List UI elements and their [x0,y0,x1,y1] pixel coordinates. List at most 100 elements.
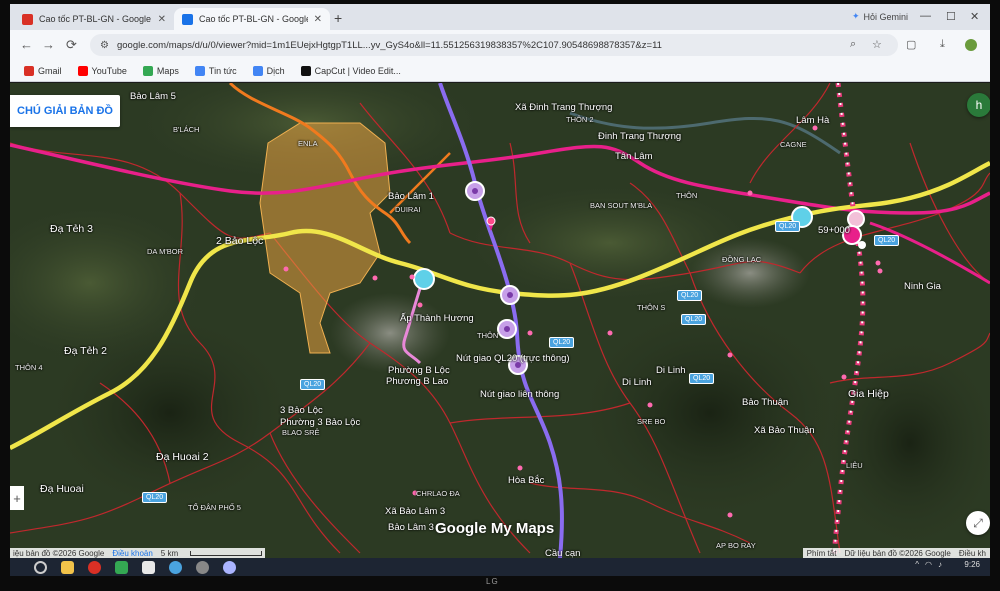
place-label: THÔN 4 [15,363,43,372]
bookmark-star-icon[interactable]: ☆ [872,38,882,51]
reload-icon[interactable]: ⟳ [66,37,77,53]
close-window-icon[interactable]: ✕ [970,10,979,23]
terms-link[interactable]: Điều khoản [112,549,152,558]
new-tab-button[interactable]: + [334,10,342,26]
place-label: Ấp Thành Hương [400,313,474,324]
legend-button[interactable]: CHÚ GIẢI BẢN ĐỒ [10,95,120,127]
chrome-icon[interactable] [88,560,101,574]
road-shield: QL20 [142,492,168,503]
site-settings-icon[interactable]: ⚙ [100,40,109,51]
place-label: ENLA [298,139,318,148]
earth-favicon-icon [182,13,193,25]
place-label: Lâm Hà [796,115,830,126]
place-label: BLAO SRÊ [282,428,320,437]
maps-icon [142,65,153,76]
map-controls-icon[interactable]: ⤢ [966,511,990,535]
place-label: THÔN S [637,303,666,312]
translate-icon [252,65,263,76]
shortcuts-link[interactable]: Phím tắt [807,549,837,558]
gemini-button[interactable]: ✦ Hỏi Gemini [852,11,908,22]
place-label: Đạ Tẻh 3 [50,223,93,235]
monitor-brand-logo: LG [486,577,499,586]
place-label: Phường 3 Bảo Lộc [280,417,361,428]
map-canvas[interactable]: Bảo Lâm 5 B'LÁCH Xã Đinh Trang Thượng THÔN … [10,83,990,558]
tab-2[interactable]: Cao tốc PT-BL-GN - Google Ea ✕ [174,8,330,30]
place-label: Hòa Bắc [508,475,545,486]
place-label: BAN SOUT M'BLA [590,201,653,210]
place-label: Di Linh [622,377,652,388]
road-shield: QL20 [300,379,326,390]
address-bar[interactable]: ⚙ google.com/maps/d/u/0/viewer?mid=1m1EU… [90,34,898,56]
place-label: Tân Lâm [615,151,653,162]
zoom-icon[interactable]: ⌕ [850,38,856,51]
street-view-icon[interactable]: h [967,93,990,117]
road-shield: QL20 [549,337,575,348]
bookmark-capcut[interactable]: CapCut | Video Edit... [300,65,401,76]
zoom-in-button[interactable]: + [10,486,24,510]
bookmark-youtube[interactable]: YouTube [77,65,127,76]
place-label: LIÊU [846,461,863,470]
road-shield: QL20 [681,314,707,325]
place-label: AP BO RAY [716,541,756,550]
place-label: THÔN [477,331,499,340]
extensions-icon[interactable]: ▢ [906,38,916,51]
mymaps-favicon-icon [22,13,33,25]
terms-link[interactable]: Điều kh [959,549,986,558]
back-icon[interactable]: ← [20,37,33,52]
app-icon[interactable] [169,560,182,574]
place-label: Nút giao liên thông [480,389,560,400]
gmail-icon [24,65,34,76]
tab-bar: Cao tốc PT-BL-GN - Google My ✕ Cao tốc P… [10,4,990,30]
place-label: TỔ ĐÂN PHỐ 5 [188,503,241,512]
taskbar-clock[interactable]: 9:26 [964,560,980,569]
browser-toolbar: ← → ⟳ ⚙ google.com/maps/d/u/0/viewer?mid… [10,30,990,60]
app-icon[interactable] [142,560,155,574]
place-label: Phường B Lộc [388,365,450,376]
volume-icon[interactable]: ♪ [938,560,942,569]
place-label: SRE BO [637,417,666,426]
place-label: CHRLAO ĐA [416,489,460,498]
bookmark-news[interactable]: Tin tức [194,65,237,76]
chevron-up-icon[interactable]: ^ [915,560,919,569]
bookmark-maps[interactable]: Maps [142,65,179,76]
place-label: 2 Bảo Lộc [216,235,264,247]
road-shield: QL20 [874,235,900,246]
wifi-icon[interactable]: ◠ [925,560,932,569]
bookmark-translate[interactable]: Dịch [252,65,285,76]
place-label: Xã Bảo Lâm 3 [385,506,446,517]
search-icon[interactable] [34,560,47,574]
bookmark-gmail[interactable]: Gmail [24,65,62,76]
gemini-icon: ✦ [852,11,860,21]
place-label: Bảo Lâm 1 [388,191,434,202]
download-icon[interactable]: ⤓ [940,38,945,51]
place-label: THÔN [676,191,698,200]
monitor-screen: Cao tốc PT-BL-GN - Google My ✕ Cao tốc P… [10,4,990,576]
tab-1[interactable]: Cao tốc PT-BL-GN - Google My ✕ [14,8,174,30]
place-label: Phương B Lao [386,376,449,387]
minimize-icon[interactable]: — [920,10,931,22]
app-icon[interactable] [115,560,128,574]
windows-taskbar [10,558,990,576]
close-tab-icon[interactable]: ✕ [314,14,322,25]
scale-label: 5 km [160,548,179,558]
url-text: google.com/maps/d/u/0/viewer?mid=1m1EUej… [116,39,662,51]
place-label: CAGNE [780,140,807,149]
attribution-left: iệu bản đồ ©2026 Google Điều khoản 5 km [10,548,266,558]
tab-title: Cao tốc PT-BL-GN - Google Ea [199,14,308,24]
place-label: Ninh Gia [904,281,941,292]
profile-avatar[interactable] [965,39,977,51]
file-explorer-icon[interactable] [61,560,74,574]
place-label: Đinh Trang Thượng [598,131,682,142]
app-icon[interactable] [223,560,236,574]
road-shield: QL20 [677,290,703,301]
maximize-icon[interactable]: ☐ [946,10,956,23]
forward-icon[interactable]: → [42,37,55,52]
map-data-text: iệu bản đồ ©2026 Google [13,548,105,558]
close-tab-icon[interactable]: ✕ [158,14,166,25]
place-label: DUIRAI [395,205,421,214]
app-icon[interactable] [196,560,209,574]
map-data-text: Dữ liệu bản đồ ©2026 Google [844,548,951,558]
youtube-icon [77,65,88,76]
place-label: Nút giao QL20 (trực thông) [456,353,570,364]
place-label: Bảo Thuận [742,397,789,408]
